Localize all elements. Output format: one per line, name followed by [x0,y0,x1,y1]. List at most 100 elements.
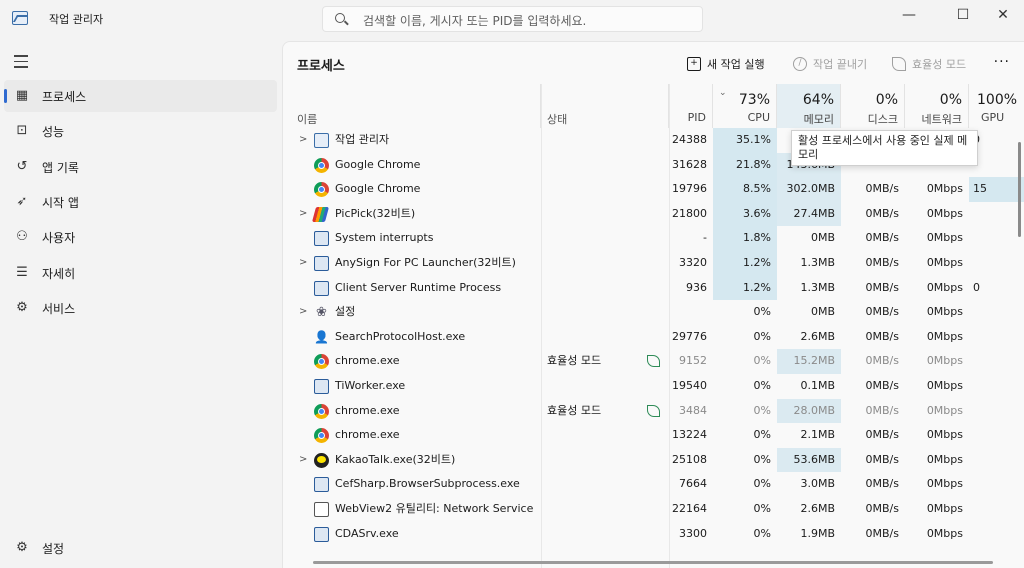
process-name: WebView2 유틸리티: Network Service [335,502,534,515]
chevron-right-icon[interactable]: > [299,300,307,325]
column-header-pid[interactable]: PID [669,84,713,128]
efficiency-leaf-icon [647,404,660,417]
column-header-network[interactable]: 0% 네트워크 [905,84,969,128]
process-disk: 0MB/s [865,256,899,269]
process-name: chrome.exe [335,428,400,442]
processes-icon: ▦ [15,88,29,103]
process-mem: 15.2MB [777,349,841,374]
table-row[interactable]: > ❀ 설정 0% 0MB 0MB/s 0Mbps [283,300,1024,325]
sidebar-item-services[interactable]: ⚙ 서비스 [4,292,277,324]
process-gpu [969,472,1024,497]
sidebar-item-users[interactable]: ⚇ 사용자 [4,221,277,253]
process-gpu [969,300,1024,325]
column-header-cpu[interactable]: ⌄ 73% CPU [713,84,777,128]
process-gpu [969,226,1024,251]
table-row[interactable]: CDASrv.exe 3300 0% 1.9MB 0MB/s 0Mbps [283,522,1024,547]
process-disk: 0MB/s [865,206,899,220]
sidebar-item-performance[interactable]: ⊡ 성능 [4,115,277,147]
sidebar-item-startup[interactable]: ➶ 시작 앱 [4,186,277,218]
column-header-gpu[interactable]: 100% GPU [969,84,1024,128]
process-name: SearchProtocolHost.exe [335,329,466,343]
process-disk: 0MB/s [865,231,899,245]
search-input[interactable]: 검색할 이름, 게시자 또는 PID를 입력하세요. [322,6,703,32]
process-gpu [969,251,1024,276]
process-disk: 0MB/s [865,280,899,294]
process-net: 0Mbps [926,329,963,343]
process-mem: 1.3MB [800,280,835,294]
table-row[interactable]: CefSharp.BrowserSubprocess.exe 7664 0% 3.0M… [283,472,1024,497]
win-process-icon [314,256,329,271]
process-pid: - [703,231,707,245]
chevron-right-icon[interactable]: > [299,202,307,227]
sidebar-item-processes[interactable]: ▦ 프로세스 [4,80,277,112]
column-header-memory[interactable]: 64% 메모리 [777,84,841,128]
column-header-status[interactable]: 상태 [541,84,669,128]
end-task-button[interactable]: / 작업 끝내기 [793,54,867,74]
process-cpu: 0% [753,526,771,540]
kakao-process-icon [314,452,329,468]
horizontal-scrollbar[interactable] [313,561,993,564]
process-status [547,497,647,522]
chrome-process-icon [314,403,329,419]
table-row[interactable]: System interrupts -1.8% 0MB 0MB/s 0Mbps [283,226,1024,251]
process-disk: 0MB/s [865,305,899,319]
efficiency-mode-label: 효율성 모드 [912,58,967,71]
sidebar-item-settings[interactable]: ⚙ 설정 [4,532,277,564]
app-title: 작업 관리자 [49,13,104,26]
table-row[interactable]: chrome.exe 효율성 모드 9152 0% 15.2MB 0MB/s 0Mbps [283,349,1024,374]
chrome-process-icon [314,157,329,173]
gear-process-icon: ❀ [316,305,327,321]
sidebar-item-label: 서비스 [42,301,76,316]
process-cpu: 0% [753,403,771,417]
minimize-button[interactable]: — [886,0,932,30]
process-pid [669,300,713,325]
process-mem: 27.4MB [777,201,841,227]
process-name: TiWorker.exe [335,379,406,392]
process-gpu [969,423,1024,448]
process-status [547,153,647,178]
table-row[interactable]: Google Chrome 19796 8.5% 302.0MB 0MB/s 0Mbps 1… [283,177,1024,202]
process-status [547,325,647,350]
hamburger-menu-icon[interactable] [14,55,28,72]
column-header-disk[interactable]: 0% 디스크 [841,84,905,128]
search-icon [335,13,345,23]
process-cpu: 0% [753,452,771,466]
chevron-right-icon[interactable]: > [299,448,307,473]
sidebar-item-history[interactable]: ↺ 앱 기록 [4,151,277,183]
chevron-right-icon[interactable]: > [299,128,307,153]
table-row[interactable]: Client Server Runtime Process 936 1.2% 1.3M… [283,275,1024,301]
efficiency-mode-button[interactable]: 효율성 모드 [892,54,966,74]
table-row[interactable]: > PicPick(32비트) 21800 3.6% 27.4MB 0MB/s 0Mbps [283,201,1024,227]
table-row[interactable]: 👤 SearchProtocolHost.exe 29776 0% 2.6MB 0MB/s… [283,325,1024,350]
process-pid: 3320 [679,256,707,269]
chevron-right-icon[interactable]: > [299,251,307,276]
process-cpu: 8.5% [713,177,777,202]
process-mem: 28.0MB [777,398,841,424]
vertical-scrollbar[interactable] [1018,142,1021,237]
run-new-task-button[interactable]: + 새 작업 실행 [687,54,765,74]
task-manager-icon [12,11,28,25]
close-button[interactable]: ✕ [980,0,1024,30]
process-mem: 2.6MB [800,329,835,343]
table-row[interactable]: > AnySign For PC Launcher(32비트) 3320 1.2% 1.… [283,251,1024,276]
table-row[interactable]: > KakaoTalk.exe(32비트) 25108 0% 53.6MB 0MB/s 0M… [283,447,1024,473]
user-process-icon: 👤 [314,329,329,344]
sidebar-item-details[interactable]: ☰ 자세히 [4,257,277,289]
process-cpu: 1.2% [713,275,777,301]
process-cpu: 0% [753,329,771,343]
performance-icon: ⊡ [16,123,28,139]
win-process-icon [314,477,329,493]
table-row[interactable]: chrome.exe 13224 0% 2.1MB 0MB/s 0Mbps [283,423,1024,448]
process-cpu: 0% [753,379,771,392]
table-row[interactable]: chrome.exe 효율성 모드 3484 0% 28.0MB 0MB/s 0Mbps [283,398,1024,424]
process-gpu: 15 [969,177,1024,202]
column-header-name[interactable]: 이름 [283,84,541,128]
process-cpu: 0% [753,477,771,491]
table-row[interactable]: WebView2 유틸리티: Network Service 22164 0% 2.6… [283,497,1024,522]
process-gpu [969,522,1024,547]
process-gpu: 0 [973,280,980,294]
table-row[interactable]: TiWorker.exe 19540 0% 0.1MB 0MB/s 0Mbps [283,374,1024,399]
more-options-icon[interactable]: ··· [994,54,1010,70]
process-net: 0Mbps [926,526,963,540]
sidebar-item-label: 앱 기록 [42,160,79,175]
